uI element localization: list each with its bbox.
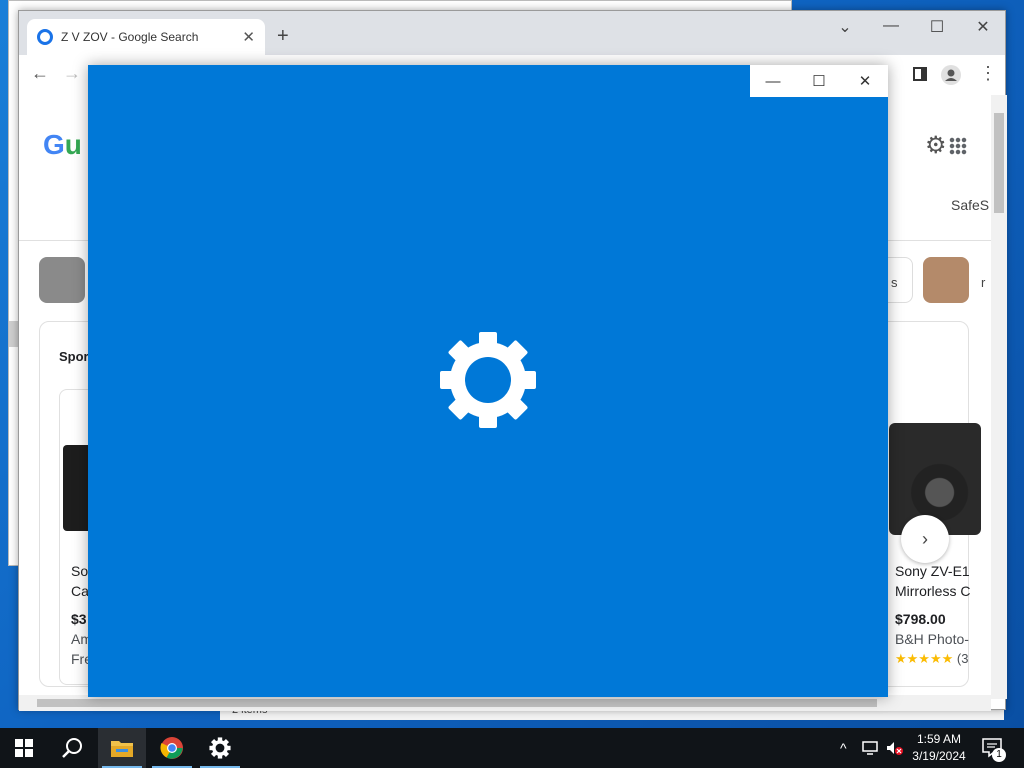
- splash-minimize-button[interactable]: —: [750, 65, 796, 97]
- chevron-right-icon: ›: [922, 528, 928, 549]
- tab-close-icon[interactable]: ✕: [242, 28, 255, 46]
- tab-google-search[interactable]: Z V ZOV - Google Search ✕: [27, 19, 265, 55]
- chip-food-thumbnail[interactable]: [923, 257, 969, 303]
- chrome-favicon-icon: [37, 29, 53, 45]
- start-button[interactable]: [0, 728, 48, 768]
- search-button[interactable]: [48, 728, 96, 768]
- folder-icon: [111, 741, 133, 757]
- product-name[interactable]: So: [71, 563, 88, 579]
- chrome-menu-icon[interactable]: ⋮: [979, 63, 997, 84]
- chip-label: s: [891, 275, 898, 290]
- product-name[interactable]: Ca: [71, 583, 89, 599]
- splash-window-controls: — ☐ ✕: [750, 65, 888, 97]
- clock-time: 1:59 AM: [916, 732, 962, 746]
- settings-splash-window: — ☐ ✕: [88, 65, 888, 697]
- network-icon[interactable]: [862, 741, 878, 755]
- chip-thumbnail[interactable]: [39, 257, 85, 303]
- taskbar-file-explorer[interactable]: [98, 728, 146, 768]
- minimize-button[interactable]: —: [871, 17, 911, 35]
- profile-avatar-icon[interactable]: [941, 65, 961, 85]
- gear-icon: [440, 332, 536, 428]
- vertical-scrollbar[interactable]: [991, 95, 1007, 699]
- forward-button[interactable]: →: [63, 63, 81, 84]
- product-seller: B&H Photo-: [895, 631, 969, 647]
- horizontal-scrollbar[interactable]: [19, 695, 991, 711]
- chip-label: r: [981, 275, 986, 290]
- taskbar-settings[interactable]: [196, 728, 244, 768]
- tab-search-dropdown-icon[interactable]: ⌄: [825, 17, 865, 37]
- tab-strip: Z V ZOV - Google Search ✕ + ⌄ — ☐ ✕: [19, 11, 1005, 55]
- google-apps-icon[interactable]: [949, 137, 967, 155]
- safesearch-label[interactable]: SafeS: [951, 197, 989, 213]
- scroll-thumb[interactable]: [37, 699, 877, 707]
- volume-muted-icon[interactable]: [886, 741, 904, 755]
- windows-logo-icon: [15, 739, 33, 757]
- scroll-thumb[interactable]: [994, 113, 1004, 213]
- notification-badge: 1: [992, 748, 1006, 762]
- tray-overflow-icon[interactable]: ^: [840, 740, 847, 756]
- close-button[interactable]: ✕: [963, 17, 1003, 37]
- maximize-button[interactable]: ☐: [917, 17, 957, 37]
- taskbar: ^ 1:59 AM 3/19/2024 1: [0, 728, 1024, 768]
- rating-stars: ★★★★★ (3: [895, 651, 969, 666]
- product-price: $798.00: [895, 611, 946, 627]
- search-icon: [62, 738, 82, 758]
- clock-date: 3/19/2024: [912, 749, 966, 763]
- tab-title: Z V ZOV - Google Search: [61, 30, 199, 44]
- carousel-next-button[interactable]: ›: [901, 515, 949, 563]
- product-name[interactable]: Mirrorless C: [895, 583, 970, 599]
- product-name[interactable]: Sony ZV-E1: [895, 563, 970, 579]
- desktop: 2 items Z V ZOV - Google Search ✕ + ⌄ — …: [0, 0, 1024, 728]
- side-panel-icon[interactable]: [913, 67, 927, 81]
- new-tab-button[interactable]: +: [277, 25, 289, 48]
- splash-maximize-button[interactable]: ☐: [796, 65, 842, 97]
- google-logo[interactable]: Gu: [43, 129, 82, 161]
- settings-gear-icon: [209, 737, 231, 759]
- chrome-icon: [160, 737, 183, 759]
- settings-gear-icon[interactable]: ⚙: [925, 131, 947, 160]
- product-price: $3: [71, 611, 87, 627]
- back-button[interactable]: ←: [31, 63, 49, 84]
- taskbar-chrome[interactable]: [148, 728, 196, 768]
- sponsored-label: Spor: [59, 349, 89, 364]
- system-clock[interactable]: 1:59 AM 3/19/2024: [904, 731, 974, 765]
- splash-close-button[interactable]: ✕: [842, 65, 888, 97]
